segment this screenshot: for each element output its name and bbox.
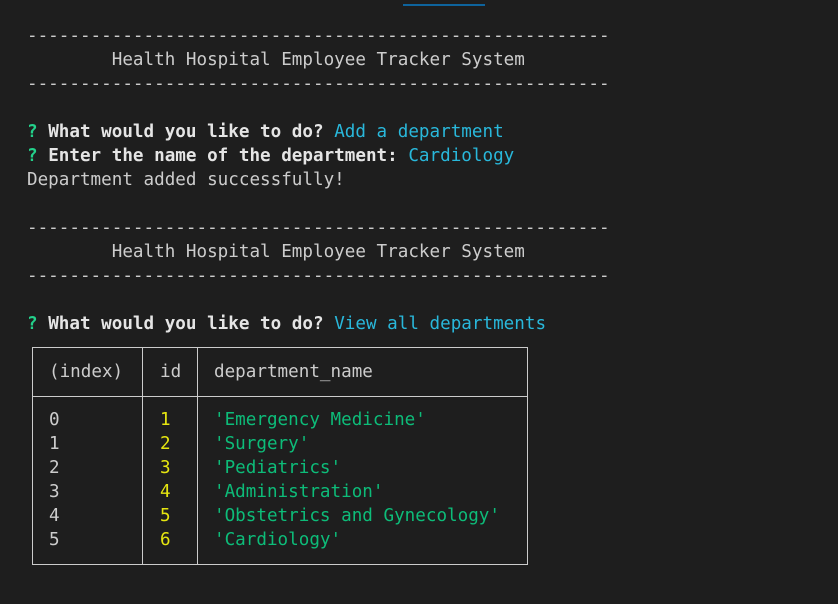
- prompt-question: Enter the name of the department:: [48, 146, 398, 166]
- question-mark-icon: ?: [27, 146, 38, 166]
- prompt-line: ? What would you like to do? Add a depar…: [27, 120, 838, 144]
- row-department-name: 'Pediatrics': [214, 458, 342, 478]
- row-department-name: 'Obstetrics and Gynecology': [214, 506, 500, 526]
- row-id: 4: [160, 482, 171, 502]
- departments-table: (index) id department_name 0 1 'Emergenc…: [32, 347, 528, 565]
- column-header-id: id: [160, 362, 182, 382]
- row-index: 3: [49, 482, 60, 502]
- terminal-output: ----------------------------------------…: [27, 24, 838, 336]
- row-id: 5: [160, 506, 171, 526]
- header-divider: [33, 396, 527, 397]
- question-mark-icon: ?: [27, 122, 38, 142]
- row-id: 6: [160, 530, 171, 550]
- column-header-department-name: department_name: [214, 362, 373, 382]
- prompt-answer: Add a department: [334, 122, 504, 142]
- separator-line: ----------------------------------------…: [27, 74, 610, 94]
- prompt-question: What would you like to do?: [48, 314, 324, 334]
- row-index: 2: [49, 458, 60, 478]
- row-department-name: 'Emergency Medicine': [214, 410, 426, 430]
- question-mark-icon: ?: [27, 314, 38, 334]
- prompt-answer: View all departments: [334, 314, 547, 334]
- app-title: Health Hospital Employee Tracker System: [27, 242, 525, 262]
- active-tab-indicator: [403, 4, 485, 6]
- prompt-line: ? What would you like to do? View all de…: [27, 312, 838, 336]
- app-title: Health Hospital Employee Tracker System: [27, 50, 525, 70]
- prompt-line: ? Enter the name of the department: Card…: [27, 144, 838, 168]
- row-id: 2: [160, 434, 171, 454]
- prompt-answer: Cardiology: [408, 146, 515, 166]
- row-id: 3: [160, 458, 171, 478]
- prompt-question: What would you like to do?: [48, 122, 324, 142]
- column-divider: [197, 348, 198, 564]
- separator-line: ----------------------------------------…: [27, 26, 610, 46]
- row-index: 4: [49, 506, 60, 526]
- separator-line: ----------------------------------------…: [27, 218, 610, 238]
- success-message: Department added successfully!: [27, 170, 345, 190]
- row-department-name: 'Administration': [214, 482, 384, 502]
- row-index: 1: [49, 434, 60, 454]
- column-header-index: (index): [49, 362, 124, 382]
- row-department-name: 'Cardiology': [214, 530, 342, 550]
- row-id: 1: [160, 410, 171, 430]
- column-divider: [142, 348, 143, 564]
- row-department-name: 'Surgery': [214, 434, 310, 454]
- row-index: 5: [49, 530, 60, 550]
- row-index: 0: [49, 410, 60, 430]
- separator-line: ----------------------------------------…: [27, 266, 610, 286]
